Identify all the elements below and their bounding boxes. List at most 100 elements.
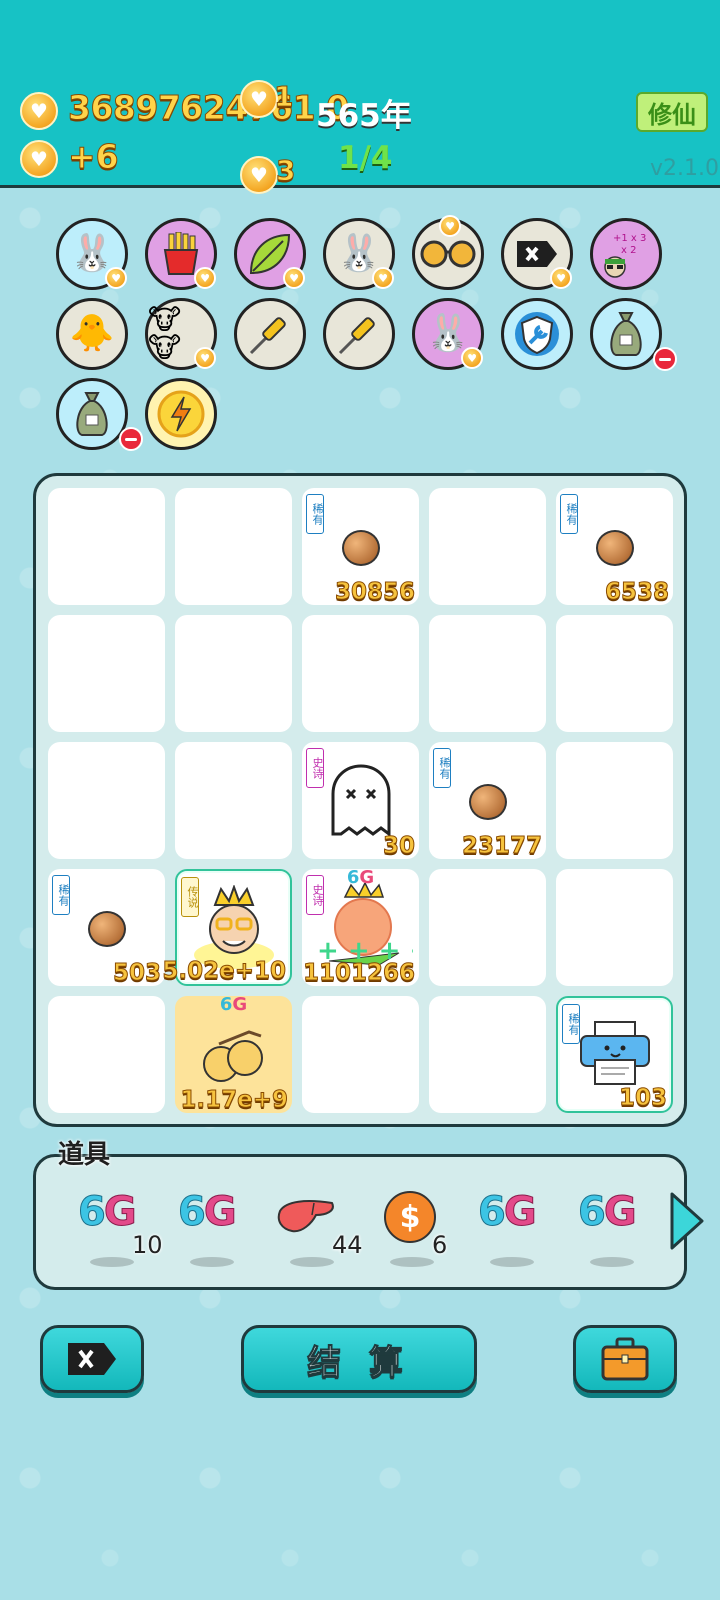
board-cell[interactable]: 稀有 6538 [556,488,673,606]
year-counter: 565年 [316,98,412,134]
cell-value: 503 [112,960,161,987]
board-cell[interactable] [429,615,546,732]
exit-button[interactable] [40,1325,144,1393]
board-cell[interactable] [175,742,292,859]
lightning-icon [157,390,205,438]
prop-6g[interactable]: 6G [476,1189,562,1275]
props-title: 道具 [58,1140,111,1170]
briefcase-icon [601,1337,649,1381]
board-cell[interactable] [429,488,546,605]
board-cell[interactable]: 稀有 103 [556,996,673,1113]
6g-icon: 6G [578,1189,638,1236]
bag-button[interactable] [573,1325,677,1393]
seed-icon [429,784,546,820]
remove-badge-icon[interactable] [653,347,677,371]
heart-badge-icon: ♥ [194,347,216,369]
board-cell[interactable] [556,869,673,986]
board-cell[interactable] [48,996,165,1113]
money-bag-icon [610,312,642,356]
board-cell[interactable] [175,488,292,605]
board-cell[interactable] [429,869,546,986]
svg-text:+1 x 3: +1 x 3 [613,233,646,244]
fries-item[interactable]: ♥ [145,218,217,290]
notes-item[interactable]: +1 x 3 x 2 [590,218,662,290]
chick-item[interactable]: 🐥 [56,298,128,370]
notes-face-icon: +1 x 3 x 2 [604,233,646,278]
delete-tag-item[interactable]: ♥ [501,218,573,290]
glasses-icon [420,240,476,268]
board-cell[interactable] [175,615,292,732]
merge-board: 稀有 30856 稀有 6538 史诗 30 稀有 23177 稀有 503 传说 5.02e+10 史… [33,473,687,1127]
leaf-item[interactable]: ♥ [234,218,306,290]
board-cell[interactable] [48,488,165,605]
prop-6g[interactable]: 6G [176,1189,262,1275]
rarity-tag: 稀有 [52,875,70,915]
rabbit-item[interactable]: 🐰 ♥ [412,298,484,370]
board-cell[interactable]: 稀有 503 [48,869,165,987]
fries-icon [163,232,199,275]
remove-badge-icon[interactable] [119,427,143,451]
floating-coin-icon: ♥ [240,156,278,194]
liver-icon [277,1200,334,1233]
prop-6g[interactable]: 6G 10 [76,1189,163,1275]
cell-value: 1.17e+9 [180,1087,289,1114]
board-cell[interactable] [48,742,165,859]
gold-amount: 36897624761 0 [68,88,350,128]
svg-text:x 2: x 2 [621,245,636,256]
screwdriver-icon [249,317,286,355]
screwdriver-icon [338,317,375,355]
screwdriver-item[interactable] [323,298,395,370]
shield-wrench-item[interactable] [501,298,573,370]
rabbit-item[interactable]: 🐰 ♥ [323,218,395,290]
lightning-item[interactable] [145,378,217,450]
heart-badge-icon: ♥ [194,267,216,289]
board-cell[interactable] [429,996,546,1113]
prop-coin[interactable]: $ 6 [376,1189,462,1275]
board-cell[interactable] [302,615,419,732]
chevron-right-icon[interactable] [668,1190,706,1252]
6g-icon: 6G [478,1189,538,1236]
board-cell[interactable]: 史诗6G+ + + +1101266 [302,867,419,987]
cell-value: 103 [618,1085,667,1112]
board-cell[interactable]: 史诗 30 [302,742,419,860]
glasses-item[interactable]: ♥ [412,215,484,290]
gold-coin-icon: ♥ [20,92,58,130]
ghost-icon [302,764,419,838]
board-cell[interactable]: 6G 1.17e+9 [175,994,292,1114]
settle-button[interactable]: 结 算 [241,1325,477,1393]
board-cell[interactable] [556,742,673,859]
prop-liver[interactable]: 44 [276,1189,363,1275]
board-cell[interactable]: 稀有 30856 [302,488,419,606]
board-cell[interactable] [302,996,419,1113]
shield-wrench-icon [515,312,559,356]
board-cell[interactable]: 稀有 23177 [429,742,546,860]
gold-income: +6 [68,137,120,177]
prop-6g[interactable]: 6G [576,1189,662,1275]
rarity-tag: 稀有 [306,494,324,534]
board-cell[interactable] [556,615,673,732]
cultivate-button[interactable]: 修仙 [636,92,708,132]
rabbit-item[interactable]: 🐰 ♥ [56,218,128,290]
6g-icon: 6G [178,1189,238,1236]
screwdriver-item[interactable] [234,298,306,370]
rabbit-icon: 🐰 [69,233,115,274]
rarity-tag: 稀有 [560,494,578,534]
rabbit-icon: 🐰 [425,313,471,354]
floating-gain-bottom: 3 [275,154,296,188]
seed-icon [48,911,165,947]
money-bag-item[interactable] [590,298,677,371]
heart-badge-icon: ♥ [439,215,461,237]
money-bag-item[interactable] [56,378,143,451]
board-cell[interactable]: 传说 5.02e+10 [162,869,292,986]
heart-badge-icon: ♥ [461,347,483,369]
heart-badge-icon: ♥ [550,267,572,289]
heart-badge-icon: ♥ [105,267,127,289]
seed-icon [302,530,419,566]
cows-item[interactable]: 🐮🐮 ♥ [145,298,217,370]
income-coin-icon: ♥ [20,140,58,178]
board-cell[interactable] [48,615,165,732]
svg-text:$: $ [400,1200,421,1235]
printer-icon [558,1020,671,1086]
stage-progress: 1/4 [338,140,393,176]
props-panel: 6G 10 6G 44 $ 6 6G 6G [33,1154,687,1290]
